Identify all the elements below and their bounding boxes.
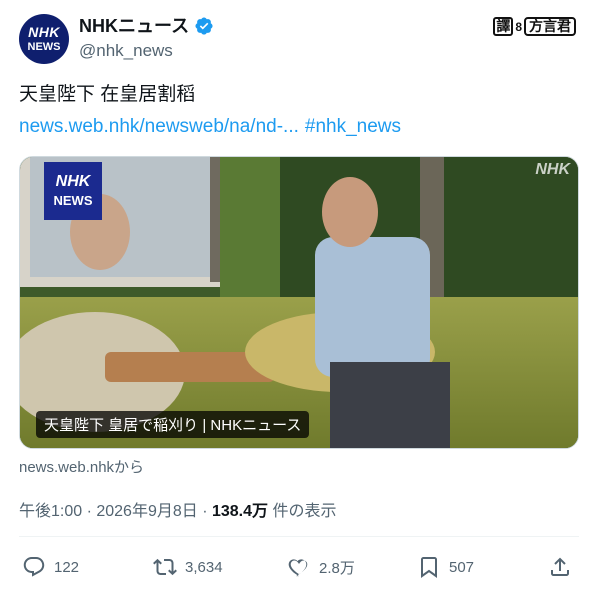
bookmark-count: 507 (449, 558, 475, 576)
author-display-name[interactable]: NHKニュース (79, 14, 189, 38)
view-count: 138.4万 (211, 503, 269, 520)
avatar-news-text: NEWS (27, 41, 61, 53)
like-count: 2.8万 (319, 559, 355, 577)
bookmark-button[interactable]: 507 (417, 555, 474, 579)
translate-label: 方言君 (524, 17, 576, 36)
like-button[interactable]: 2.8万 (287, 555, 355, 579)
divider (19, 536, 579, 537)
tweet-meta: 午後1:00 · 2026年9月8日 · 138.4万 件の表示 (19, 497, 336, 521)
retweet-count: 3,634 (185, 558, 223, 576)
share-button[interactable] (548, 555, 572, 579)
media-logo-news-text: NEWS (53, 193, 93, 208)
share-icon (551, 557, 569, 576)
avatar-nhk-text: NHK (28, 24, 60, 40)
translate-dot: 8 (515, 19, 522, 34)
tweet-timestamp[interactable]: 午後1:00 · 2026年9月8日 · (19, 503, 212, 520)
media-caption: 天皇陛下 皇居で稲刈り | NHKニュース (36, 411, 310, 438)
tweet-links: news.web.nhk/newsweb/na/nd-... #nhk_news (19, 114, 407, 140)
heart-icon (288, 559, 308, 577)
retweet-icon (153, 558, 177, 576)
translate-kanji: 譯 (493, 17, 514, 36)
translate-badge[interactable]: 譯 8 方言君 (493, 17, 576, 36)
tweet-link[interactable]: news.web.nhk/newsweb/na/nd-... (19, 116, 299, 137)
media-watermark: NHK (535, 161, 570, 178)
view-count-label: 件の表示 (268, 503, 337, 520)
reply-count: 122 (54, 558, 80, 576)
media-logo-nhk-text: NHK (55, 173, 91, 190)
verified-badge-icon (195, 17, 213, 35)
action-bar: 122 3,634 2.8万 507 (22, 554, 578, 580)
link-source[interactable]: news.web.nhkから (19, 456, 144, 477)
media-nhk-logo: NHK NEWS (44, 162, 102, 220)
avatar[interactable]: NHK NEWS (19, 14, 69, 64)
tweet-text: 天皇陛下 在皇居割稻 (19, 84, 196, 105)
bookmark-icon (421, 557, 437, 578)
reply-button[interactable]: 122 (22, 555, 79, 579)
media-photo (20, 157, 578, 448)
retweet-button[interactable]: 3,634 (153, 555, 223, 579)
reply-icon (23, 557, 45, 577)
tweet-hashtag[interactable]: #nhk_news (305, 116, 401, 137)
author-name-row: NHKニュース (79, 14, 214, 38)
author-handle[interactable]: @nhk_news (79, 40, 173, 62)
media-card[interactable]: NHK NEWS NHK 天皇陛下 皇居で稲刈り | NHKニュース (19, 156, 579, 449)
